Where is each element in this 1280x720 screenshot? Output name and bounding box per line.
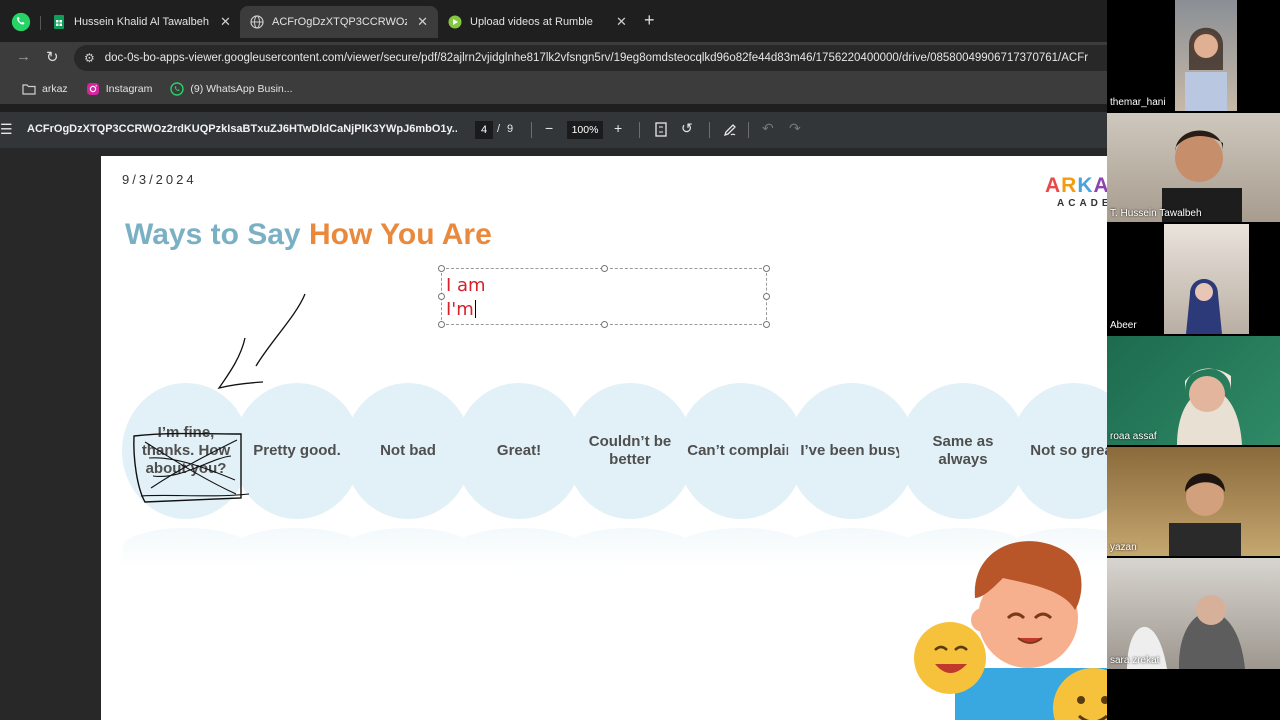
phrase-circle: Same as always: [899, 383, 1027, 519]
tab-bar: Hussein Khalid Al Tawalbeh - G ✕ ACFrOgD…: [0, 0, 1107, 42]
participant-name: yazan: [1110, 542, 1137, 553]
participant-tile[interactable]: yazan: [1107, 447, 1280, 556]
hand-drawn-scribble: [133, 432, 250, 503]
tab-rumble[interactable]: Upload videos at Rumble ✕: [438, 6, 637, 38]
new-tab-button[interactable]: +: [644, 10, 655, 31]
slide-title: Ways to Say How You Are: [125, 218, 492, 251]
close-tab-icon[interactable]: ✕: [616, 14, 627, 30]
bookmark-arkaz[interactable]: arkaz: [22, 82, 68, 96]
participant-name: roaa assaf: [1110, 431, 1157, 442]
close-tab-icon[interactable]: ✕: [417, 14, 428, 30]
hand-drawn-arrow: [217, 293, 306, 390]
textbox-line-2: I'm: [446, 299, 474, 320]
page-total: 9: [507, 123, 514, 135]
bookmark-whatsapp[interactable]: (9) WhatsApp Busin...: [170, 82, 293, 96]
zoom-in-button[interactable]: +: [614, 120, 622, 136]
close-tab-icon[interactable]: ✕: [220, 14, 231, 30]
rotate-icon[interactable]: ↺: [681, 120, 693, 137]
cartoon-kid-illustration: [914, 541, 1107, 720]
phrase-circle: Not bad: [344, 383, 472, 519]
textbox-line-1: I am: [446, 275, 486, 296]
url-text: doc-0s-bo-apps-viewer.googleusercontent.…: [104, 52, 1089, 64]
menu-icon[interactable]: ☰: [0, 121, 13, 138]
site-info-icon[interactable]: ⚙: [84, 51, 95, 65]
forward-icon[interactable]: →: [16, 48, 31, 65]
participant-name: Abeer: [1110, 320, 1137, 331]
academy-logo: ARKA ACADE: [1045, 174, 1107, 209]
phrase-circle: Can’t complain: [677, 383, 805, 519]
phrase-circle: Great!: [455, 383, 583, 519]
sheets-icon: [54, 15, 64, 29]
bookmark-label: (9) WhatsApp Busin...: [190, 83, 293, 95]
participant-name: T. Hussein Tawalbeh: [1110, 208, 1202, 219]
tab-pdf[interactable]: ACFrOgDzXTQP3CCRWOz2rdKUQPzk ✕: [240, 6, 438, 38]
page-separator: /: [497, 123, 501, 135]
phrase-circle: I’ve been busy: [788, 383, 916, 519]
participant-avatar: [1162, 130, 1242, 222]
tab-title: Hussein Khalid Al Tawalbeh - G: [74, 16, 210, 28]
participant-avatar: [1127, 595, 1245, 669]
participant-tile[interactable]: sara zrekat: [1107, 558, 1280, 669]
whatsapp-icon: [170, 82, 185, 96]
video-participants-panel: themar_hani T. Hussein Tawalbeh Abeer ro…: [1107, 0, 1280, 720]
browser-window: Hussein Khalid Al Tawalbeh - G ✕ ACFrOgD…: [0, 0, 1107, 720]
participant-tile[interactable]: roaa assaf: [1107, 336, 1280, 445]
tab-title: ACFrOgDzXTQP3CCRWOz2rdKUQPzk: [272, 16, 407, 28]
participant-name: themar_hani: [1110, 97, 1166, 108]
text-caret: [474, 300, 476, 318]
redo-icon[interactable]: ↷: [789, 120, 801, 137]
pdf-page: 9/3/2024 ARKA ACADE Ways to Say How You …: [101, 156, 1107, 720]
participant-avatar: [1169, 473, 1241, 556]
slide-date: 9/3/2024: [122, 172, 197, 187]
page-number-input[interactable]: 4: [475, 121, 493, 139]
bookmarks-bar: arkaz Instagram (9) WhatsApp Busin...: [0, 74, 1107, 104]
pdf-viewport[interactable]: 9/3/2024 ARKA ACADE Ways to Say How You …: [0, 148, 1107, 720]
document-title: ACFrOgDzXTQP3CCRWOz2rdKUQPzkIsaBTxuZJ6HT…: [27, 123, 457, 135]
rumble-icon: [448, 15, 462, 29]
reload-icon[interactable]: ↻: [46, 48, 59, 66]
pdf-toolbar: ☰ ACFrOgDzXTQP3CCRWOz2rdKUQPzkIsaBTxuZJ6…: [0, 112, 1107, 148]
instagram-icon: [86, 83, 99, 95]
participant-tile[interactable]: T. Hussein Tawalbeh: [1107, 113, 1280, 222]
phrase-circle: Not so great: [1010, 383, 1107, 519]
bookmark-label: Instagram: [105, 83, 153, 95]
folder-icon: [22, 84, 36, 95]
tab-title: Upload videos at Rumble: [470, 16, 593, 28]
zoom-out-button[interactable]: −: [545, 120, 553, 136]
address-bar: → ↻ ⚙ doc-0s-bo-apps-viewer.googleuserco…: [0, 42, 1107, 74]
undo-icon[interactable]: ↶: [762, 120, 774, 137]
participant-name: sara zrekat: [1110, 655, 1160, 666]
annotate-pen-icon[interactable]: [723, 123, 737, 137]
tab-hussein[interactable]: Hussein Khalid Al Tawalbeh - G ✕: [42, 6, 241, 38]
zoom-level-input[interactable]: 100%: [567, 121, 603, 139]
phrase-circle: Couldn’t be better: [566, 383, 694, 519]
bookmark-instagram[interactable]: Instagram: [86, 82, 153, 96]
fit-page-icon[interactable]: [655, 122, 667, 137]
whatsapp-pinned-tab-icon[interactable]: [10, 11, 32, 33]
globe-icon: [250, 15, 264, 29]
bookmark-label: arkaz: [42, 83, 68, 95]
annotation-text-box[interactable]: I am I'm: [438, 265, 770, 328]
omnibox[interactable]: ⚙ doc-0s-bo-apps-viewer.googleuserconten…: [74, 45, 1107, 71]
participant-avatar: [1177, 368, 1242, 445]
